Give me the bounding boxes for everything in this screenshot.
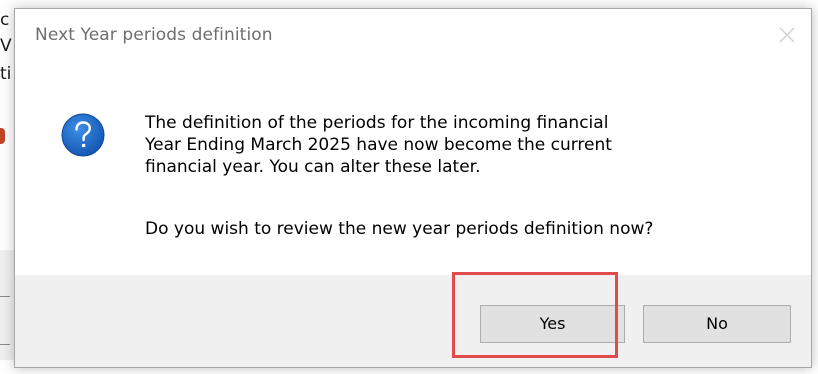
- dialog-button-bar: Yes No: [15, 275, 811, 367]
- dialog-question: Do you wish to review the new year perio…: [145, 219, 654, 239]
- dialog-message: The definition of the periods for the in…: [145, 112, 795, 178]
- message-line: The definition of the periods for the in…: [145, 113, 609, 133]
- yes-button[interactable]: Yes: [480, 305, 625, 343]
- close-icon: [771, 19, 803, 51]
- dialog-titlebar[interactable]: Next Year periods definition: [15, 9, 811, 65]
- question-icon: [61, 113, 105, 157]
- message-line: Year Ending March 2025 have now become t…: [145, 135, 612, 155]
- close-button[interactable]: [771, 19, 803, 51]
- no-button[interactable]: No: [643, 305, 791, 343]
- message-line: financial year. You can alter these late…: [145, 157, 481, 177]
- background-icon-fragment: [0, 128, 5, 144]
- dialog-content: The definition of the periods for the in…: [15, 65, 811, 275]
- message-dialog: Next Year periods definition The definit…: [14, 8, 812, 368]
- dialog-title: Next Year periods definition: [35, 25, 273, 45]
- background-divider: [0, 344, 10, 345]
- background-divider: [0, 296, 10, 297]
